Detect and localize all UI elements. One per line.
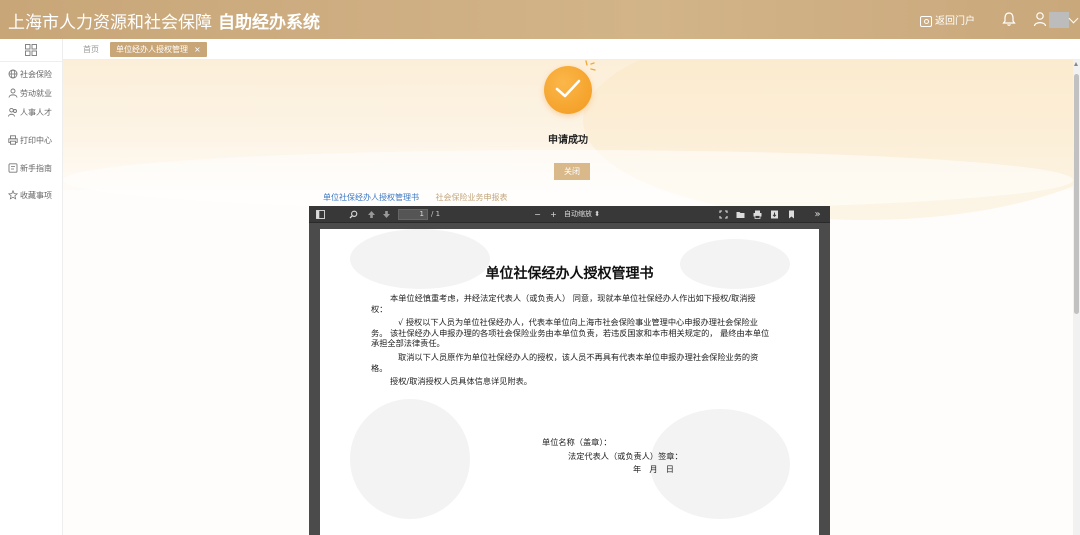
document-paragraph: √ 授权以下人员为单位社保经办人，代表本单位向上海市社会保险事业管理中心申报办理…: [371, 317, 770, 349]
page-scrollbar[interactable]: [1073, 60, 1080, 535]
document-tabs: 单位社保经办人授权管理书 社会保险业务申报表: [323, 192, 508, 204]
app-title-main: 上海市人力资源和社会保障: [8, 13, 212, 33]
chevron-updown-icon: ⬍: [594, 210, 601, 218]
search-icon[interactable]: [349, 210, 358, 219]
zoom-select[interactable]: 自动缩放 ⬍: [564, 209, 612, 220]
document-body: 本单位经慎重考虑，并经法定代表人（或负责人） 同意，现就本单位社保经办人作出如下…: [371, 293, 771, 390]
document-paragraph: 取消以下人员原作为单位社保经办人的授权，该人员不再具有代表本单位申报办理社会保险…: [371, 351, 759, 373]
printer-icon: [8, 135, 18, 145]
arrow-down-icon[interactable]: [382, 210, 391, 219]
sidebar-item-label: 人事人才: [20, 107, 52, 117]
tab-agent-authorization[interactable]: 单位经办人授权管理 ×: [110, 42, 207, 57]
sidebar: 社会保险 劳动就业 人事人才 打印中心 新手指南 收藏事项: [0, 39, 63, 535]
page-number-input[interactable]: 1: [398, 209, 428, 220]
zoom-select-value: 自动缩放: [564, 210, 592, 218]
printer-icon[interactable]: [753, 210, 762, 219]
portal-icon: [920, 15, 932, 27]
sidebar-item-personnel[interactable]: 人事人才: [8, 105, 52, 119]
sidebar-item-favorites[interactable]: 收藏事项: [8, 188, 52, 202]
pdf-viewer: 1 / 1 − + 自动缩放 ⬍ » 单位社保经办人授权管理书 本单位经慎重考虑…: [309, 206, 830, 535]
signature-unit-name: 单位名称（盖章）：: [542, 437, 612, 447]
success-message: 申请成功: [548, 135, 588, 146]
close-button[interactable]: 关闭: [554, 163, 590, 180]
document-paragraph: 本单位经慎重考虑，并经法定代表人（或负责人） 同意，现就本单位社保经办人作出如下…: [371, 293, 756, 314]
tab-authorization-letter[interactable]: 单位社保经办人授权管理书: [323, 193, 419, 202]
page-total: / 1: [431, 210, 441, 218]
tab-declaration-form[interactable]: 社会保险业务申报表: [436, 193, 508, 202]
tab-label: 单位经办人授权管理: [116, 45, 188, 54]
portal-label: 返回门户: [935, 16, 975, 27]
people-icon: [8, 107, 17, 117]
document-title: 单位社保经办人授权管理书: [485, 266, 654, 282]
user-name-masked[interactable]: [1049, 12, 1069, 28]
sidebar-item-label: 社会保险: [20, 69, 52, 79]
return-portal-link[interactable]: 返回门户: [920, 12, 990, 28]
app-header: 上海市人力资源和社会保障 自助经办系统 返回门户: [0, 0, 1080, 39]
tabs-bar: 首页 单位经办人授权管理 ×: [63, 39, 1080, 60]
person-icon: [8, 88, 18, 98]
app-title: 上海市人力资源和社会保障 自助经办系统: [8, 8, 320, 33]
sidebar-item-label: 新手指南: [20, 163, 52, 173]
sidebar-item-label: 劳动就业: [20, 88, 52, 98]
sidebar-toggle-icon[interactable]: [316, 210, 325, 219]
sidebar-item-label: 打印中心: [20, 135, 52, 145]
main-content: 申请成功 关闭 单位社保经办人授权管理书 社会保险业务申报表 1 / 1 − +…: [63, 60, 1073, 535]
guide-icon: [8, 163, 18, 173]
app-title-sub: 自助经办系统: [218, 13, 320, 33]
sidebar-item-print-center[interactable]: 打印中心: [8, 133, 52, 147]
signature-date: 年 月 日: [633, 464, 674, 474]
arrow-up-icon[interactable]: [367, 210, 376, 219]
sidebar-item-employment[interactable]: 劳动就业: [8, 86, 52, 100]
sidebar-item-social-insurance[interactable]: 社会保险: [8, 67, 52, 81]
watermark-shape: [350, 399, 470, 519]
bookmark-icon[interactable]: [787, 210, 796, 219]
star-icon: [8, 190, 18, 200]
sidebar-divider: [0, 61, 63, 62]
globe-icon: [8, 69, 18, 79]
scroll-up-icon[interactable]: [1074, 62, 1078, 66]
signature-legal-rep: 法定代表人（或负责人）签章：: [568, 451, 683, 461]
more-tools-icon[interactable]: »: [813, 210, 822, 220]
fullscreen-icon[interactable]: [719, 210, 728, 219]
scrollbar-thumb[interactable]: [1074, 74, 1079, 314]
document-paragraph: 授权/取消授权人员具体信息详见附表。: [390, 376, 532, 387]
pdf-page: 单位社保经办人授权管理书 本单位经慎重考虑，并经法定代表人（或负责人） 同意，现…: [320, 229, 819, 535]
user-icon[interactable]: [1033, 11, 1047, 27]
zoom-in-button[interactable]: +: [549, 210, 558, 219]
close-icon[interactable]: ×: [194, 45, 201, 54]
sidebar-item-label: 收藏事项: [20, 190, 52, 200]
tab-home[interactable]: 首页: [83, 44, 99, 55]
sidebar-item-guide[interactable]: 新手指南: [8, 161, 52, 175]
grid-icon[interactable]: [25, 44, 37, 56]
bell-icon[interactable]: [1002, 11, 1016, 27]
pdf-toolbar: 1 / 1 − + 自动缩放 ⬍ »: [309, 206, 830, 223]
chevron-down-icon[interactable]: [1068, 13, 1079, 24]
zoom-out-button[interactable]: −: [533, 210, 542, 219]
open-file-icon[interactable]: [736, 210, 745, 219]
sparkle-icon: [585, 60, 596, 71]
download-icon[interactable]: [770, 210, 779, 219]
